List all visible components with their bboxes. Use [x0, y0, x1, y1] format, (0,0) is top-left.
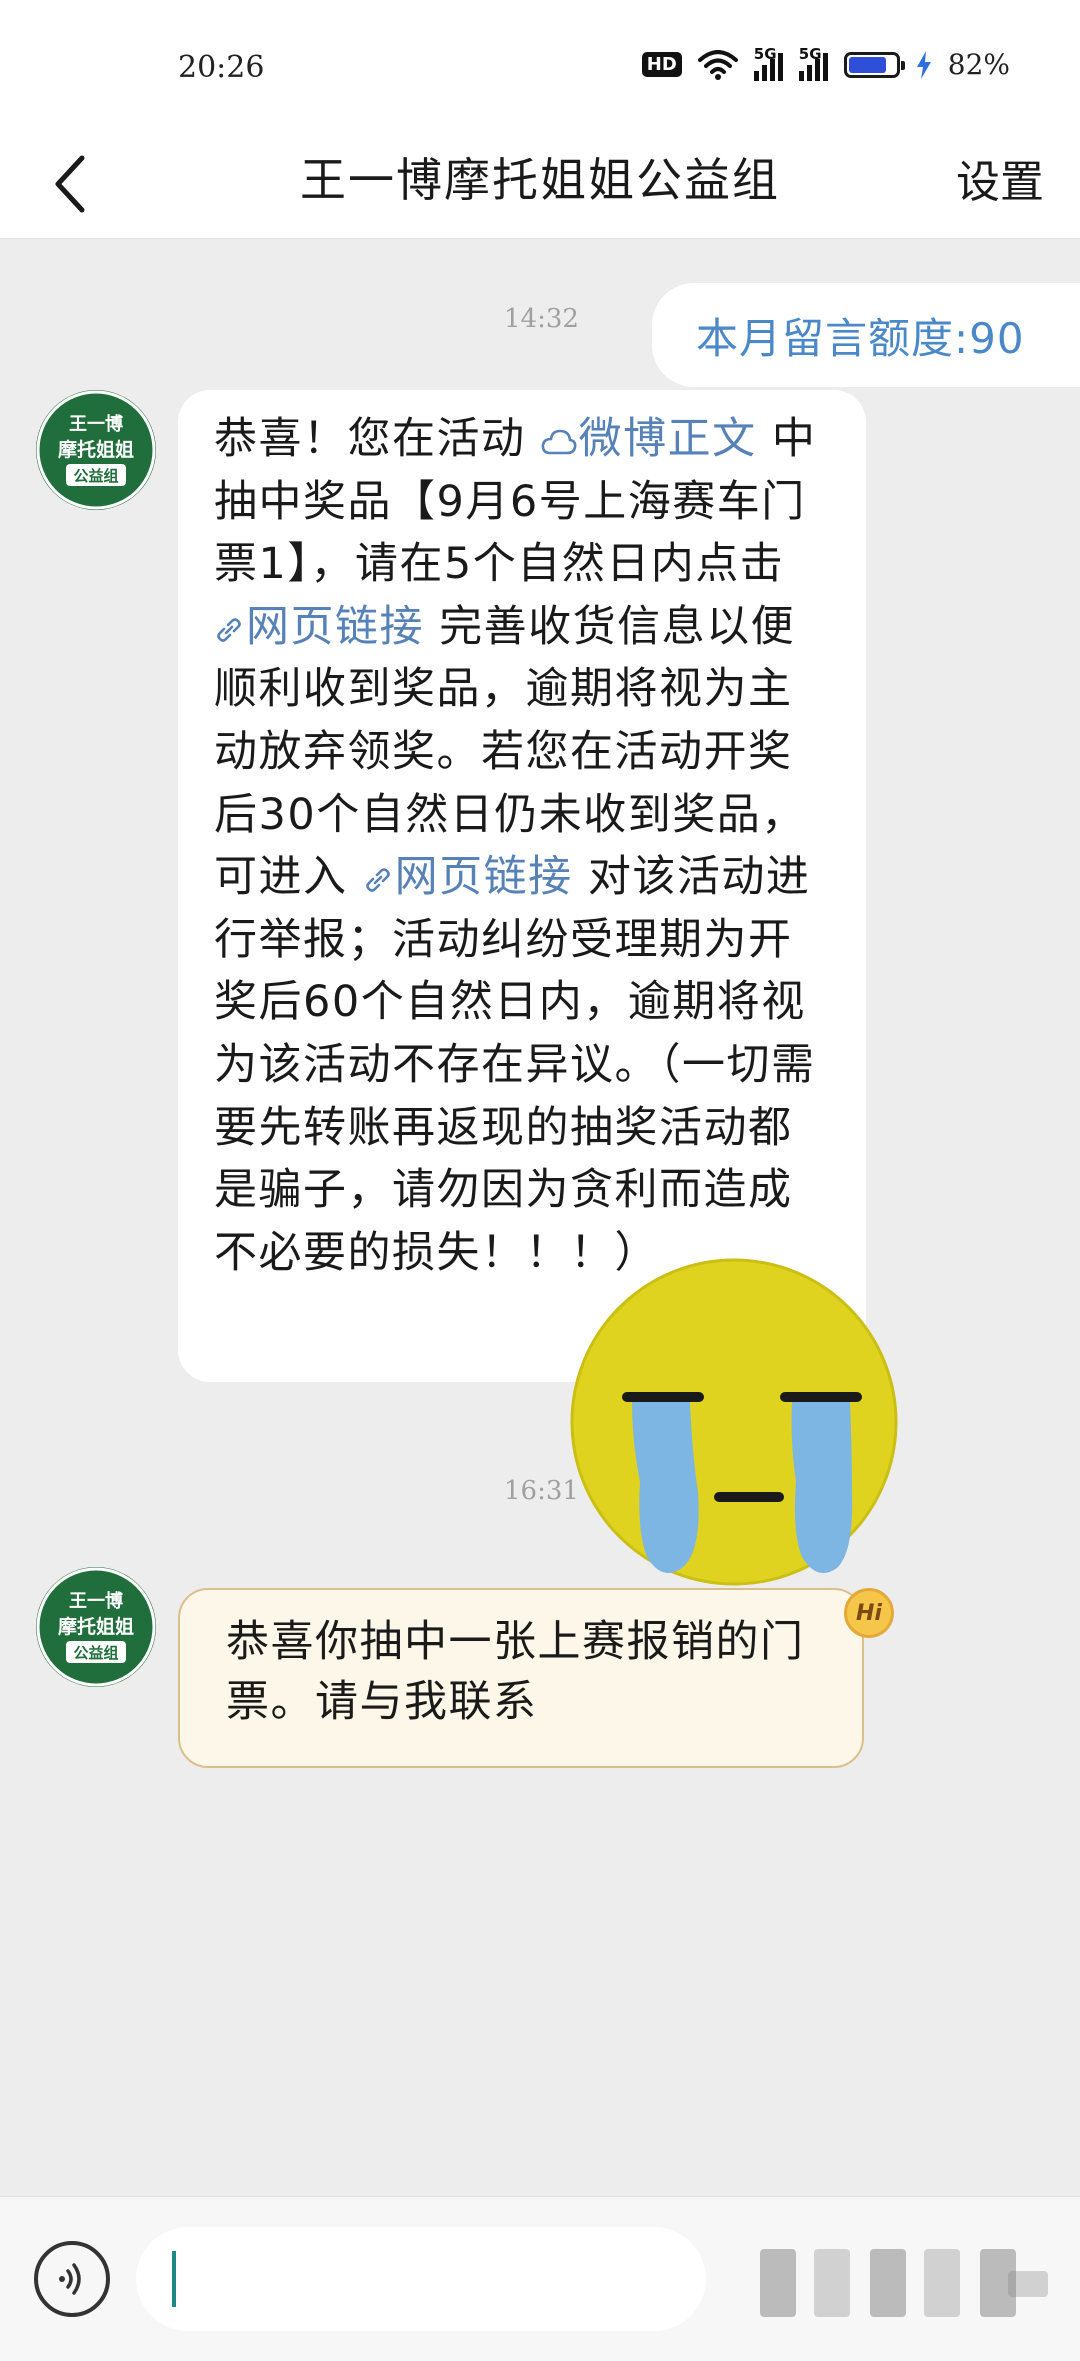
- message-text: 恭喜你抽中一张上赛报销的门票。请与我联系: [226, 1617, 805, 1727]
- message-bubble[interactable]: 恭喜你抽中一张上赛报销的门票。请与我联系: [178, 1588, 864, 1768]
- voice-icon: [59, 2263, 81, 2295]
- settings-button[interactable]: 设置: [956, 146, 1044, 210]
- avatar-line-3: 公益组: [73, 467, 118, 485]
- charging-icon: [916, 50, 931, 79]
- input-bar: [0, 2196, 1080, 2361]
- hi-badge-icon: Hi: [844, 1588, 894, 1638]
- message-input[interactable]: [136, 2227, 706, 2331]
- battery-percent: 82%: [947, 48, 1010, 81]
- avatar-line-2: 摩托姐姐: [58, 1615, 134, 1638]
- group-logo: 王一博 摩托姐姐 公益组: [36, 390, 156, 510]
- web-link[interactable]: 网页链接: [363, 852, 573, 902]
- avatar-line-1: 王一博: [69, 1590, 123, 1612]
- voice-button[interactable]: [34, 2241, 110, 2317]
- web-link[interactable]: 网页链接: [214, 602, 424, 652]
- page-title: 王一博摩托姐姐公益组: [300, 153, 780, 207]
- weibo-link[interactable]: 微博正文: [541, 414, 757, 464]
- status-bar: 20:26 HD 5G 5G 82%: [0, 0, 1080, 130]
- text-caret: [172, 2251, 176, 2307]
- message-quota-badge: 本月留言额度:90: [652, 283, 1080, 387]
- timestamp: 14:32: [504, 304, 579, 334]
- status-time: 20:26: [178, 50, 265, 85]
- avatar-line-3: 公益组: [73, 1644, 118, 1662]
- avatar-line-2: 摩托姐姐: [58, 438, 134, 461]
- avatar-line-1: 王一博: [69, 413, 123, 435]
- message-text: 恭喜！您在活动 微博正文 中抽中奖品【9月6号上海赛车门票1】，请在5个自然日内…: [214, 414, 817, 1278]
- status-icons: HD 5G 5G 82%: [641, 45, 1010, 81]
- signal-icon: 5G: [753, 45, 783, 81]
- watermark-bars-icon: [760, 2249, 1048, 2317]
- link-icon: [217, 617, 241, 642]
- crying-emoji-icon: [570, 1258, 898, 1586]
- chat-header: 王一博摩托姐姐公益组 设置: [0, 130, 1080, 239]
- weibo-icon: [541, 429, 577, 455]
- signal-icon: 5G: [798, 45, 828, 81]
- message-bubble[interactable]: 恭喜！您在活动 微博正文 中抽中奖品【9月6号上海赛车门票1】，请在5个自然日内…: [178, 390, 866, 1382]
- crying-emoji-sticker: [552, 1252, 916, 1616]
- group-logo: 王一博 摩托姐姐 公益组: [36, 1567, 156, 1687]
- avatar[interactable]: 王一博 摩托姐姐 公益组: [36, 1567, 156, 1687]
- wifi-icon: [697, 49, 738, 80]
- hd-badge: HD: [641, 52, 682, 77]
- battery-icon: [843, 51, 905, 78]
- avatar[interactable]: 王一博 摩托姐姐 公益组: [36, 390, 156, 510]
- link-icon: [365, 868, 390, 892]
